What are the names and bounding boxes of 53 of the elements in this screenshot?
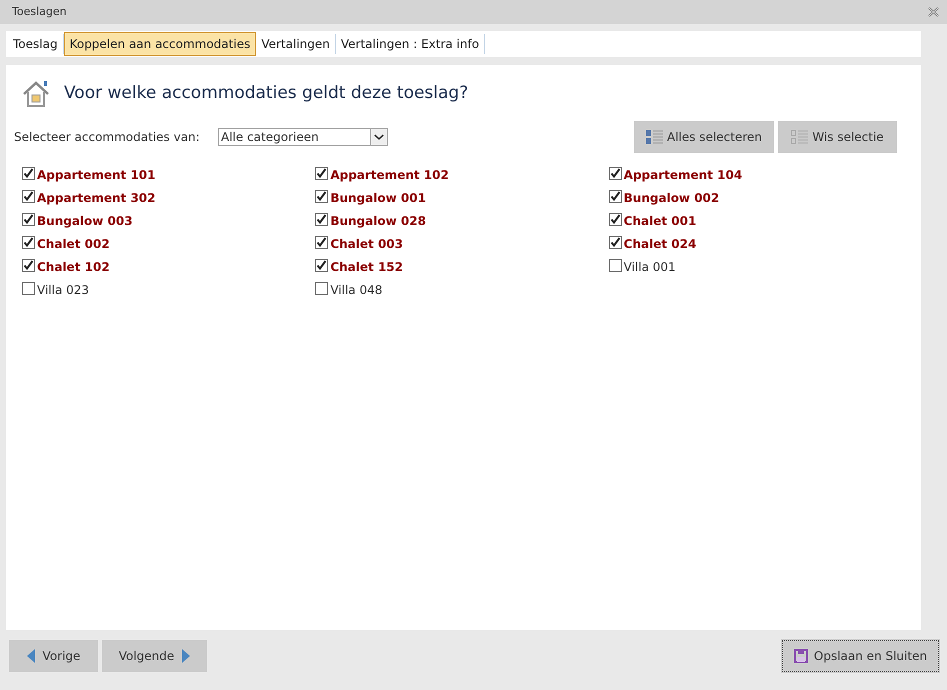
accommodation-label: Chalet 152 [330, 258, 403, 276]
checkbox[interactable] [315, 236, 328, 248]
filter-label: Selecteer accommodaties van: [14, 129, 201, 146]
checkbox[interactable] [22, 212, 35, 226]
window-title: Toeslagen [12, 4, 67, 20]
chevron-down-icon [370, 129, 387, 145]
clear-selection-button[interactable]: Wis selectie [778, 121, 897, 153]
checkbox[interactable] [608, 236, 622, 248]
next-button[interactable]: Volgende [102, 640, 207, 672]
close-icon[interactable] [928, 7, 939, 17]
accommodation-label: Chalet 102 [37, 258, 110, 276]
accommodation-label: Appartement 302 [37, 190, 156, 206]
checkbox[interactable] [315, 212, 328, 226]
accommodation-label: Villa 048 [330, 282, 382, 298]
accommodation-label: Chalet 001 [624, 212, 696, 230]
checkbox[interactable] [22, 282, 35, 294]
accommodation-label: Chalet 024 [624, 236, 696, 252]
save-close-button[interactable]: Opslaan en Sluiten [782, 640, 939, 672]
category-dropdown[interactable]: Alle categorieen [218, 128, 388, 146]
checkbox[interactable] [22, 190, 35, 202]
accommodation-label: Appartement 101 [37, 166, 156, 184]
empty-list-icon [791, 130, 808, 144]
accommodation-label: Villa 023 [37, 282, 90, 298]
list-icon [646, 130, 663, 144]
checkbox[interactable] [608, 212, 622, 226]
accommodation-label: Chalet 002 [37, 236, 110, 252]
tab[interactable]: Vertalingen [256, 34, 336, 54]
previous-button[interactable]: Vorige [9, 640, 98, 672]
checkbox[interactable] [22, 166, 35, 180]
select-all-button[interactable]: Alles selecteren [634, 121, 774, 153]
checkbox[interactable] [608, 166, 622, 180]
accommodation-label: Bungalow 003 [37, 212, 133, 230]
checkbox[interactable] [315, 166, 328, 180]
accommodation-label: Bungalow 001 [330, 190, 426, 206]
accommodation-label: Chalet 003 [330, 236, 403, 252]
checkbox[interactable] [22, 258, 35, 272]
page-heading: Voor welke accommodaties geldt deze toeslag? [64, 82, 468, 106]
accommodation-label: Bungalow 028 [330, 212, 426, 230]
accommodation-label: Appartement 104 [624, 166, 742, 184]
accommodation-label: Bungalow 002 [624, 190, 720, 206]
checkbox[interactable] [315, 282, 328, 294]
checkbox[interactable] [315, 258, 328, 272]
tab[interactable]: Koppelen aan accommodaties [64, 32, 256, 56]
checkbox[interactable] [608, 190, 622, 202]
left-arrow-icon [26, 649, 35, 663]
accommodation-label: Villa 001 [624, 258, 676, 276]
checkbox[interactable] [315, 190, 328, 202]
right-arrow-icon [182, 649, 190, 663]
checkbox[interactable] [22, 236, 35, 248]
checkbox[interactable] [608, 258, 622, 272]
accommodation-label: Appartement 102 [330, 166, 449, 184]
house-icon [22, 81, 50, 107]
tab[interactable]: Vertalingen : Extra info [336, 34, 486, 54]
